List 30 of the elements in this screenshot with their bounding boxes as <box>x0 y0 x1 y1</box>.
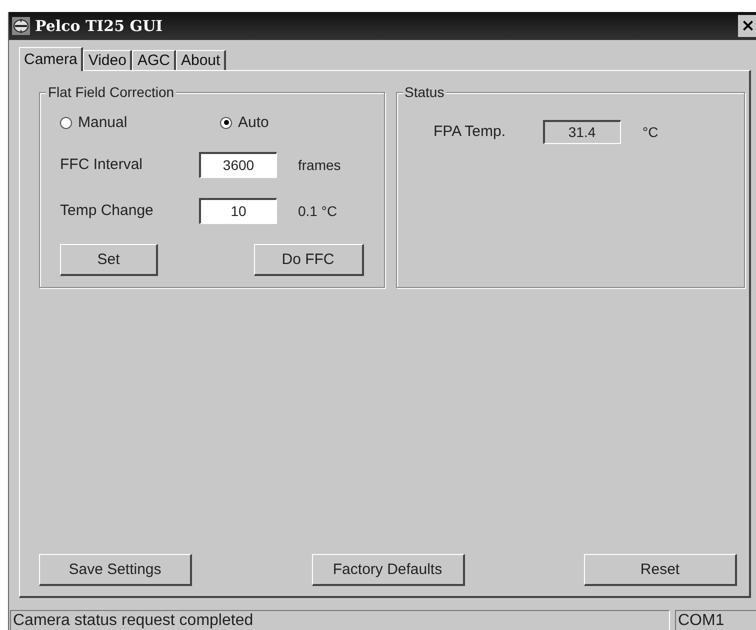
input-field[interactable]: 3600 <box>199 152 277 178</box>
unit-label: °C <box>642 124 658 140</box>
readout-field[interactable]: 31.4 <box>542 120 620 144</box>
tab[interactable]: Camera <box>19 46 84 71</box>
input-field[interactable]: 10 <box>199 198 277 224</box>
unit-label: 0.1 °C <box>297 202 338 219</box>
radio-label: Auto <box>238 114 269 132</box>
unit-label: frames <box>297 156 342 173</box>
radio-option[interactable]: Auto <box>220 112 359 134</box>
port-label: COM1 <box>675 610 756 630</box>
push-button[interactable]: Set <box>60 244 158 276</box>
radio-label: Manual <box>78 114 128 132</box>
tab[interactable]: Video <box>83 50 132 70</box>
radio-button[interactable] <box>220 116 232 129</box>
field-label: FFC Interval <box>60 156 144 174</box>
push-button[interactable]: Do FFC <box>254 244 364 276</box>
tab[interactable]: About <box>176 50 226 70</box>
radio-option[interactable]: Manual <box>60 112 220 134</box>
status-message: Camera status request completed <box>10 610 670 630</box>
close-button[interactable]: × <box>738 14 756 37</box>
window-title: Pelco TI25 GUI <box>35 16 163 35</box>
push-button[interactable]: Save Settings <box>39 554 192 586</box>
group-title: Flat Field Correction <box>46 84 176 100</box>
radio-button[interactable] <box>60 116 72 129</box>
field-label: FPA Temp. <box>434 123 506 140</box>
tab[interactable]: AGC <box>132 50 176 70</box>
push-button[interactable]: Reset <box>584 554 737 586</box>
app-icon <box>12 16 30 35</box>
push-button[interactable]: Factory Defaults <box>312 554 464 586</box>
field-label: Temp Change <box>60 202 154 220</box>
